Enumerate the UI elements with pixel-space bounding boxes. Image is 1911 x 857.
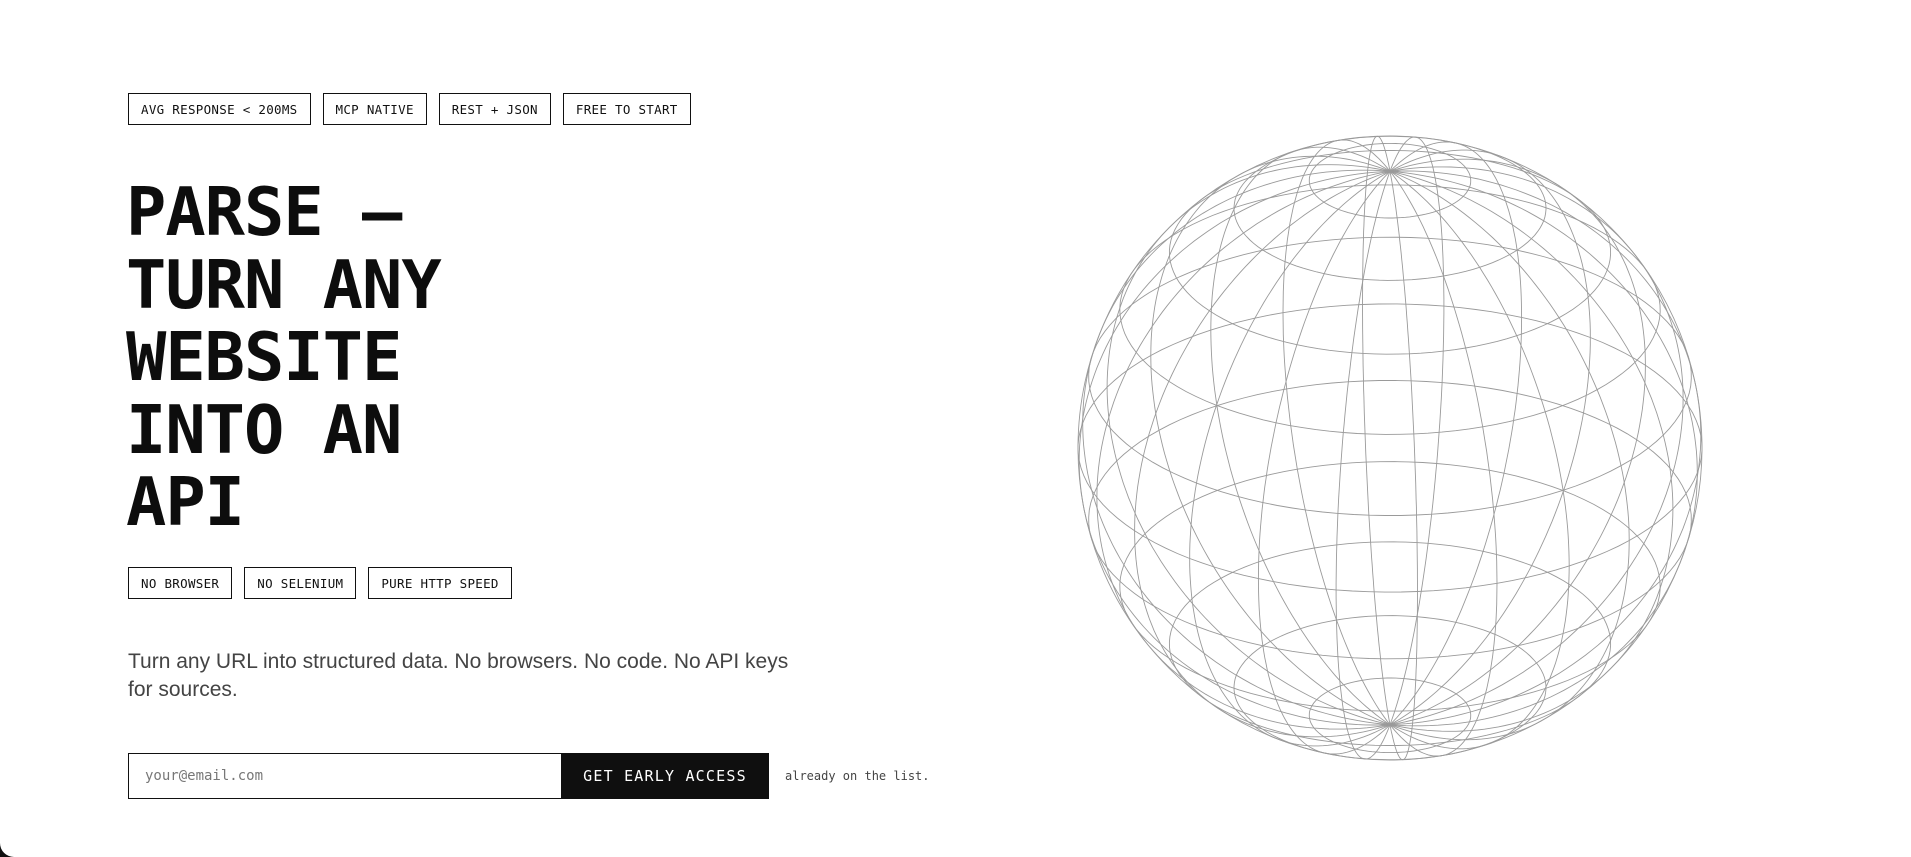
badge-pure-http-speed: PURE HTTP SPEED — [368, 567, 512, 599]
globe-parallel — [1119, 461, 1661, 712]
landing-page: AVG RESPONSE < 200MS MCP NATIVE REST + J… — [0, 0, 1911, 857]
globe-meridian — [1082, 169, 1391, 726]
badge-no-selenium: NO SELENIUM — [244, 567, 357, 599]
globe-meridian — [1389, 170, 1698, 727]
badge-no-browser: NO BROWSER — [128, 567, 233, 599]
globe-parallel — [1088, 380, 1692, 660]
globe-parallel — [1077, 303, 1703, 593]
globe-meridian — [1362, 135, 1391, 725]
badge-response-time: AVG RESPONSE < 200MS — [128, 93, 311, 125]
globe-parallel — [1119, 184, 1661, 435]
email-input[interactable] — [128, 753, 561, 799]
globe-parallel — [1168, 541, 1612, 746]
wireframe-globe-icon — [1077, 135, 1703, 761]
globe-meridian — [1078, 170, 1391, 726]
globe-meridian — [1389, 171, 1418, 761]
get-early-access-button[interactable]: GET EARLY ACCESS — [561, 753, 769, 799]
globe-outline — [1077, 135, 1703, 761]
badge-mcp-native: MCP NATIVE — [322, 93, 427, 125]
globe-parallel — [1168, 150, 1612, 355]
globe-meridian — [1389, 158, 1646, 726]
globe-meridian — [1389, 170, 1702, 726]
badge-free-to-start: FREE TO START — [562, 93, 691, 125]
globe-meridian — [1189, 170, 1391, 747]
badge-rest-json: REST + JSON — [438, 93, 551, 125]
globe-parallel — [1233, 135, 1547, 281]
headline-line: TURN ANY — [126, 245, 442, 324]
feature-badge-row: NO BROWSER NO SELENIUM PURE HTTP SPEED — [128, 567, 512, 599]
top-badge-row: AVG RESPONSE < 200MS MCP NATIVE REST + J… — [128, 93, 691, 125]
headline-line: PARSE — — [126, 173, 402, 251]
hero-subtitle: Turn any URL into structured data. No br… — [128, 650, 789, 701]
globe-meridian — [1389, 149, 1591, 726]
globe-parallel — [1088, 236, 1692, 516]
hero-headline: PARSE — TURN ANY WEBSITE INTO AN API — [126, 176, 686, 539]
globe-parallel — [1233, 615, 1547, 761]
headline-line: INTO AN — [126, 390, 402, 469]
signup-form: GET EARLY ACCESS already on the list. — [128, 753, 930, 799]
globe-meridian — [1134, 170, 1391, 738]
headline-line: API — [126, 463, 245, 541]
headline-line: WEBSITE — [126, 318, 402, 396]
waitlist-note: already on the list. — [785, 769, 930, 783]
